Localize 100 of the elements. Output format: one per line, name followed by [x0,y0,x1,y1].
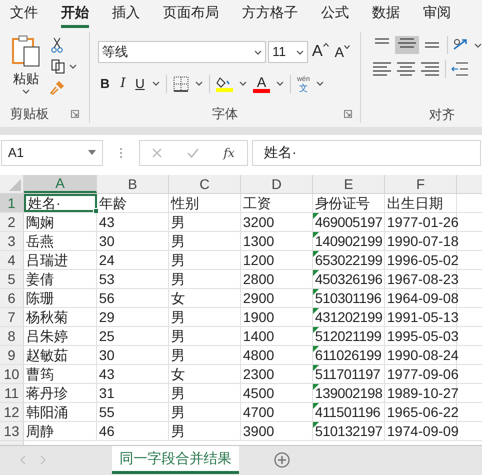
table-cell[interactable]: 男 [169,232,241,250]
ribbon-tab[interactable]: 数据 [372,0,400,28]
column-header[interactable]: B [97,175,169,193]
table-cell[interactable]: 140902199 [313,232,385,250]
scissors-icon[interactable] [50,37,64,53]
bold-button[interactable]: B [98,74,112,94]
table-cell[interactable]: 46 [97,422,169,440]
table-cell[interactable]: 韩阳涌 [24,403,97,421]
table-cell[interactable]: 1964-09-08 [385,289,457,307]
table-cell[interactable]: 511701197 [313,365,385,383]
table-cell[interactable]: 510132197 [313,422,385,440]
table-cell[interactable]: 姓名· [24,194,97,212]
table-cell[interactable]: 男 [169,384,241,402]
table-cell[interactable]: 1974-09-09 [385,422,457,440]
table-cell[interactable]: 611026199 [313,346,385,364]
insert-function-button[interactable]: fx [223,144,235,162]
table-cell[interactable]: 56 [97,289,169,307]
font-color-button[interactable]: A [253,74,270,92]
error-indicator-icon[interactable] [313,422,319,428]
table-cell[interactable]: 510301196 [313,289,385,307]
decrease-indent-icon[interactable] [450,61,470,77]
table-cell[interactable]: 陶娴 [24,213,97,231]
column-header[interactable]: E [313,175,385,193]
error-indicator-icon[interactable] [313,365,319,371]
dialog-launcher-icon[interactable] [71,110,79,118]
table-cell[interactable]: 55 [97,403,169,421]
ribbon-tab[interactable]: 审阅 [423,0,451,28]
italic-button[interactable]: I [118,74,128,94]
table-cell[interactable]: 29 [97,308,169,326]
column-header[interactable]: C [169,175,241,193]
row-header[interactable]: 4 [0,251,24,269]
paste-button[interactable]: 粘贴 [8,35,44,105]
table-cell[interactable]: 姜倩 [24,270,97,288]
table-cell[interactable]: 赵敏茹 [24,346,97,364]
row-header[interactable]: 11 [0,384,24,402]
table-cell[interactable]: 男 [169,270,241,288]
table-cell[interactable]: 31 [97,384,169,402]
table-cell[interactable]: 男 [169,251,241,269]
table-cell[interactable]: 岳燕 [24,232,97,250]
table-cell[interactable]: 蒋丹珍 [24,384,97,402]
dialog-launcher-icon[interactable] [344,110,352,118]
align-left-icon[interactable] [371,60,393,78]
name-box[interactable]: A1 [1,140,103,166]
ribbon-tab[interactable]: 公式 [321,0,349,28]
ribbon-tab[interactable]: 方方格子 [242,0,298,28]
ribbon-tab[interactable]: 文件 [10,0,38,28]
table-cell[interactable]: 139002198 [313,384,385,402]
row-header[interactable]: 3 [0,232,24,250]
table-cell[interactable]: 1977-09-06 [385,365,457,383]
table-cell[interactable]: 杨秋菊 [24,308,97,326]
table-cell[interactable]: 30 [97,232,169,250]
row-header[interactable]: 2 [0,213,24,231]
fill-color-icon[interactable] [216,75,233,92]
table-cell[interactable]: 1995-05-03 [385,327,457,345]
table-cell[interactable]: 吕朱婷 [24,327,97,345]
align-center-icon[interactable] [395,60,417,78]
table-cell[interactable]: 1991-05-13 [385,308,457,326]
table-cell[interactable]: 1977-01-26 [385,213,457,231]
row-header[interactable]: 13 [0,422,24,440]
ribbon-tab[interactable]: 页面布局 [163,0,219,28]
table-cell[interactable]: 1990-08-24 [385,346,457,364]
table-cell[interactable]: 1996-05-02 [385,251,457,269]
formula-input[interactable]: 姓名· [252,140,481,166]
table-cell[interactable]: 431202199 [313,308,385,326]
column-header[interactable]: F [385,175,457,193]
table-cell[interactable]: 男 [169,308,241,326]
table-cell[interactable]: 24 [97,251,169,269]
add-sheet-icon[interactable] [274,452,290,468]
column-header[interactable]: A [24,175,97,193]
error-indicator-icon[interactable] [313,327,319,333]
table-cell[interactable]: 周静 [24,422,97,440]
row-header[interactable]: 7 [0,308,24,326]
table-cell[interactable]: 653022199 [313,251,385,269]
table-cell[interactable]: 1989-10-27 [385,384,457,402]
table-cell[interactable]: 1990-07-18 [385,232,457,250]
table-cell[interactable]: 43 [97,213,169,231]
table-cell[interactable]: 男 [169,422,241,440]
shrink-font-button[interactable]: A [332,42,352,62]
column-header[interactable]: D [241,175,313,193]
error-indicator-icon[interactable] [313,384,319,390]
table-cell[interactable]: 469005197 [313,213,385,231]
table-cell[interactable]: 工资 [241,194,313,212]
row-header[interactable]: 1 [0,194,24,212]
row-header[interactable]: 10 [0,365,24,383]
check-icon[interactable] [186,148,199,158]
table-cell[interactable]: 出生日期 [385,194,457,212]
sheet-tab[interactable]: 同一字段合并结果 [112,446,239,474]
table-cell[interactable]: 1965-06-22 [385,403,457,421]
table-cell[interactable]: 53 [97,270,169,288]
table-cell[interactable]: 性别 [169,194,241,212]
table-cell[interactable]: 身份证号 [313,194,385,212]
table-cell[interactable]: 30 [97,346,169,364]
error-indicator-icon[interactable] [313,251,319,257]
table-cell[interactable]: 陈珊 [24,289,97,307]
ribbon-tab[interactable]: 插入 [112,0,140,28]
table-cell[interactable]: 男 [169,327,241,345]
table-cell[interactable]: 411501196 [313,403,385,421]
font-name-dropdown[interactable]: 等线 [98,41,266,63]
grow-font-button[interactable]: A [310,40,331,64]
row-header[interactable]: 12 [0,403,24,421]
